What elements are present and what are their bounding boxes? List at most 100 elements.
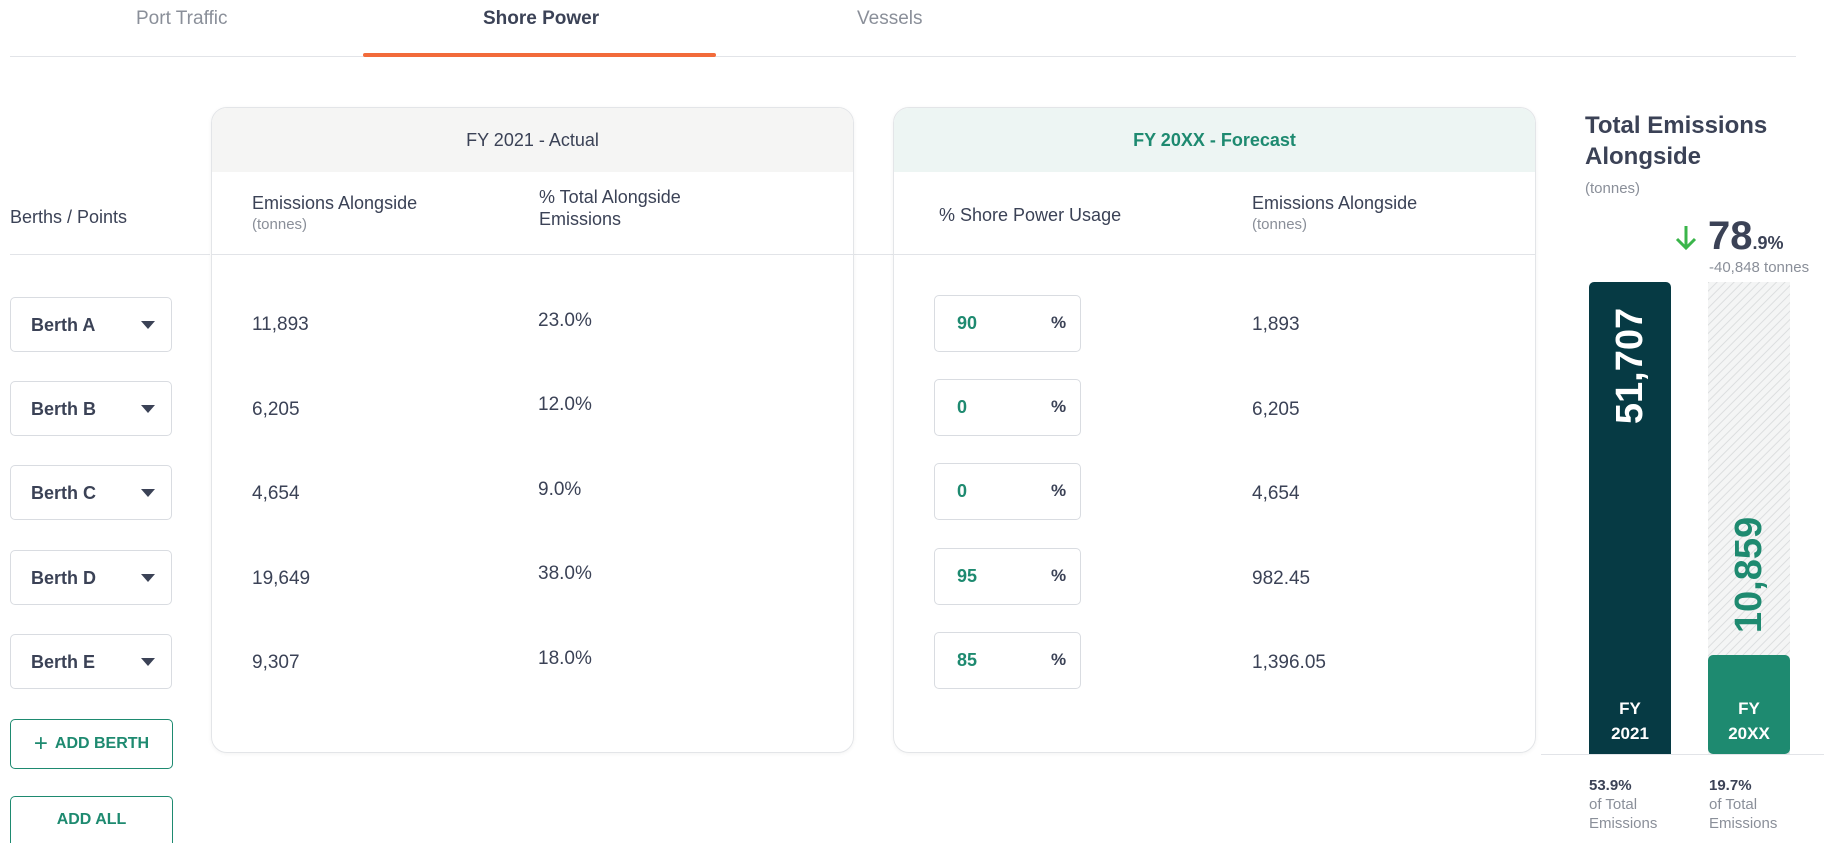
shore-power-value: 0 [957, 481, 968, 501]
emissions-value: 4,654 [252, 483, 300, 504]
summary-unit: (tonnes) [1585, 180, 1641, 197]
pct-total-value: 18.0% [538, 648, 592, 669]
reduction-decimal: .9% [1752, 233, 1784, 253]
forecast-header-divider [894, 254, 1535, 255]
pct-total-value: 9.0% [538, 479, 582, 500]
berths-points-label: Berths / Points [10, 207, 128, 227]
percent-sign: % [1051, 313, 1067, 332]
summary-title: Total Emissions Alongside [1585, 110, 1767, 172]
add-berth-button[interactable]: + ADD BERTH [10, 719, 173, 769]
actual-bar-label-line2: 2021 [1611, 724, 1649, 743]
berth-dropdown-label: Berth D [31, 568, 97, 588]
forecast-pct-sub-line1: of Total [1709, 796, 1758, 813]
forecast-emissions-value: 982.45 [1252, 568, 1311, 589]
actual-pct-block: 53.9% of Total Emissions [1589, 776, 1657, 833]
add-all-label: ADD ALL [56, 811, 127, 828]
shore-power-input[interactable]: 85 % [934, 632, 1081, 689]
berth-dropdown-label: Berth E [31, 652, 96, 672]
forecast-col-emissions-header: Emissions Alongside (tonnes) [1252, 192, 1417, 236]
shore-power-value: 0 [957, 397, 968, 417]
forecast-bar-label: FY 20XX [1708, 696, 1790, 746]
emissions-value: 19,649 [252, 568, 311, 589]
forecast-bar-value: 10,859 [1728, 516, 1770, 634]
forecast-pct-value: 19.7% [1709, 777, 1752, 794]
emissions-value: 11,893 [252, 314, 309, 335]
actual-col-emissions-header: Emissions Alongside (tonnes) [252, 192, 417, 236]
forecast-bar-value-wrap: 10,859 [1709, 517, 1789, 633]
add-berth-label: ADD BERTH [54, 735, 150, 752]
actual-header-divider [212, 254, 853, 255]
berth-dropdown[interactable]: Berth A [10, 297, 172, 352]
berth-dropdown-label: Berth B [31, 399, 97, 419]
percent-sign: % [1051, 397, 1067, 416]
forecast-pct-block: 19.7% of Total Emissions [1709, 776, 1777, 833]
berth-dropdown[interactable]: Berth B [10, 381, 172, 436]
shore-power-input[interactable]: 0 % [934, 463, 1081, 520]
tab-port-traffic[interactable]: Port Traffic [136, 8, 228, 30]
percent-sign: % [1051, 566, 1067, 585]
forecast-panel-title: FY 20XX - Forecast [894, 108, 1535, 172]
actual-pct-sub-line2: Emissions [1589, 815, 1658, 832]
summary-title-line1: Total Emissions [1585, 112, 1768, 139]
forecast-col-shore-power-header: % Shore Power Usage [939, 205, 1122, 225]
forecast-col-emissions-unit: (tonnes) [1252, 216, 1308, 233]
header-divider-gap [853, 254, 893, 255]
tab-vessels[interactable]: Vessels [857, 8, 922, 30]
actual-col-emissions-unit: (tonnes) [252, 216, 308, 233]
shore-power-value: 95 [957, 566, 978, 586]
reduction-main: 78 [1708, 214, 1753, 258]
actual-col-pct-header: % Total Alongside Emissions [539, 186, 681, 230]
plus-icon: + [33, 730, 48, 757]
forecast-emissions-value: 1,396.05 [1252, 652, 1326, 673]
forecast-emissions-value: 4,654 [1252, 483, 1300, 504]
actual-bar-label: FY 2021 [1589, 696, 1671, 746]
actual-col-pct-title-line2: Emissions [539, 209, 622, 229]
forecast-pct-sub-line2: Emissions [1709, 815, 1778, 832]
caret-down-icon [141, 405, 155, 413]
shore-power-value: 85 [957, 650, 978, 670]
reduction-tonnes: -40,848 tonnes [1709, 259, 1810, 276]
shore-power-input[interactable]: 0 % [934, 379, 1081, 436]
actual-pct-value: 53.9% [1589, 777, 1632, 794]
emissions-value: 6,205 [252, 399, 300, 420]
shore-power-input[interactable]: 90 % [934, 295, 1081, 352]
actual-bar-label-line1: FY [1619, 699, 1641, 718]
berth-dropdown-label: Berth C [31, 483, 97, 503]
caret-down-icon [141, 574, 155, 582]
percent-sign: % [1051, 650, 1067, 669]
tabs-divider [10, 56, 1796, 57]
pct-total-value: 38.0% [538, 563, 592, 584]
forecast-emissions-value: 6,205 [1252, 399, 1300, 420]
actual-bar-value: 51,707 [1609, 307, 1651, 425]
forecast-bar-label-line2: 20XX [1728, 724, 1770, 743]
add-all-button[interactable]: ADD ALL [10, 796, 173, 843]
caret-down-icon [141, 489, 155, 497]
caret-down-icon [141, 658, 155, 666]
forecast-bar-label-line1: FY [1738, 699, 1760, 718]
forecast-emissions-value: 1,893 [1252, 314, 1300, 335]
percent-sign: % [1051, 481, 1067, 500]
berth-dropdown[interactable]: Berth C [10, 465, 172, 520]
emissions-value: 9,307 [252, 652, 300, 673]
reduction-percent: 78.9% [1708, 214, 1784, 259]
actual-pct-sub-line1: of Total [1589, 796, 1638, 813]
actual-panel: FY 2021 - Actual Emissions Alongside (to… [211, 107, 854, 753]
berth-dropdown[interactable]: Berth D [10, 550, 172, 605]
arrow-down-icon [1675, 226, 1697, 251]
actual-col-emissions-title: Emissions Alongside [252, 193, 418, 213]
actual-panel-title: FY 2021 - Actual [212, 108, 853, 172]
berth-dropdown[interactable]: Berth E [10, 634, 172, 689]
tab-shore-power[interactable]: Shore Power [483, 8, 599, 30]
shore-power-value: 90 [957, 313, 978, 333]
summary-title-line2: Alongside [1585, 143, 1702, 170]
pct-total-value: 23.0% [538, 310, 592, 331]
actual-bar-value-wrap: 51,707 [1590, 308, 1670, 424]
pct-total-value: 12.0% [538, 394, 592, 415]
forecast-col-emissions-title: Emissions Alongside [1252, 193, 1418, 213]
berth-dropdown-label: Berth A [31, 315, 96, 335]
chart-baseline [1541, 754, 1824, 755]
caret-down-icon [141, 321, 155, 329]
header-divider-left [10, 254, 210, 255]
active-tab-indicator [363, 53, 716, 57]
shore-power-input[interactable]: 95 % [934, 548, 1081, 605]
